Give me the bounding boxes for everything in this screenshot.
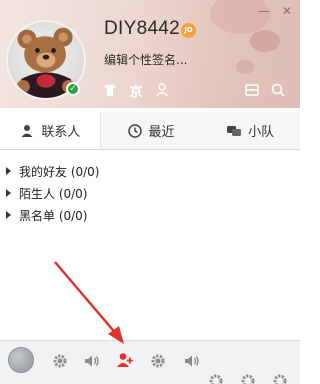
tab-team[interactable]: 小队	[200, 112, 300, 149]
vip-badge-icon[interactable]: JD	[181, 23, 196, 38]
group-label: 我的好友 (0/0)	[19, 164, 100, 179]
person-icon[interactable]	[154, 82, 170, 98]
tab-recent[interactable]: 最近	[101, 112, 201, 149]
expand-arrow-icon	[6, 189, 11, 197]
group-blacklist[interactable]: 黑名单 (0/0)	[0, 204, 300, 226]
tab-label: 小队	[248, 125, 275, 140]
gear-icon[interactable]	[148, 351, 168, 371]
contact-groups: 我的好友 (0/0) 陌生人 (0/0) 黑名单 (0/0)	[0, 160, 300, 226]
group-label: 陌生人 (0/0)	[19, 186, 88, 201]
header-icons-right	[244, 82, 286, 98]
nickname[interactable]: DIY8442	[104, 18, 180, 40]
expand-arrow-icon	[6, 167, 11, 175]
speaker-icon[interactable]	[82, 351, 102, 371]
signature-field[interactable]: 编辑个性签名...	[104, 51, 187, 68]
mailbox-icon[interactable]	[244, 82, 260, 98]
group-my-friends[interactable]: 我的好友 (0/0)	[0, 160, 300, 182]
tab-label: 联系人	[41, 125, 81, 140]
clock-icon	[127, 123, 142, 138]
chat-bubbles-icon	[227, 125, 242, 136]
gear-icon[interactable]	[270, 371, 290, 384]
person-icon	[21, 124, 33, 137]
group-label: 黑名单 (0/0)	[19, 208, 88, 223]
expand-arrow-icon	[6, 211, 11, 219]
gear-icon[interactable]	[238, 371, 258, 384]
header-decoration	[250, 30, 280, 52]
tshirt-icon[interactable]	[102, 82, 118, 98]
main-tabs: 联系人 最近 小队	[0, 112, 300, 150]
header-decoration	[236, 60, 254, 74]
close-icon[interactable]: ✕	[282, 4, 292, 18]
tab-label: 最近	[148, 125, 175, 140]
gear-icon[interactable]	[206, 371, 226, 384]
group-strangers[interactable]: 陌生人 (0/0)	[0, 182, 300, 204]
window-controls: — ✕	[258, 4, 292, 18]
header-icons-left: 京	[102, 82, 170, 100]
gear-icon[interactable]	[50, 351, 70, 371]
tab-contacts[interactable]: 联系人	[0, 112, 101, 149]
logo-icon[interactable]	[8, 347, 34, 373]
minimize-icon[interactable]: —	[258, 4, 270, 18]
bottom-toolbar	[0, 340, 300, 384]
profile-header: — ✕ ✓ DIY8442 JD 编辑个性签名... 京	[0, 0, 300, 108]
speaker-icon[interactable]	[182, 351, 202, 371]
jd-label: 京	[129, 84, 143, 100]
search-icon[interactable]	[270, 82, 286, 98]
add-friend-icon[interactable]	[115, 350, 135, 370]
jd-icon[interactable]: 京	[128, 82, 144, 100]
online-status-icon: ✓	[66, 82, 80, 96]
